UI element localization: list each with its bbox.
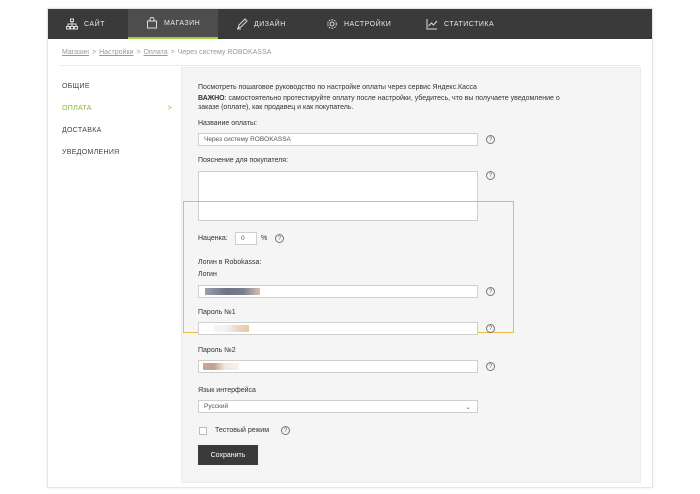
app-window: САЙТ МАГАЗИН ДИЗАЙН НАСТРОЙКИ СТАТИСТИКА…: [47, 8, 653, 488]
pencil-icon: [237, 18, 248, 30]
language-select[interactable]: Русский ⌄: [198, 400, 478, 413]
nav-label: НАСТРОЙКИ: [344, 20, 392, 28]
redacted-login: [205, 288, 260, 295]
nav-label: МАГАЗИН: [164, 19, 201, 27]
payment-name-label: Название оплаты:: [198, 120, 257, 127]
nav-site[interactable]: САЙТ: [48, 9, 128, 39]
breadcrumb-current: Через систему ROBOKASSA: [177, 49, 272, 56]
breadcrumb-link-payment[interactable]: Оплата: [144, 49, 168, 56]
login-label: Логин: [198, 271, 217, 278]
warning-label: ВАЖНО: [198, 95, 225, 102]
guide-link[interactable]: Посмотреть пошаговое руководство по наст…: [198, 84, 477, 91]
nav-settings[interactable]: НАСТРОЙКИ: [308, 9, 408, 39]
chart-icon: [426, 19, 438, 30]
help-icon[interactable]: ?: [486, 362, 495, 371]
nav-statistics[interactable]: СТАТИСТИКА: [408, 9, 518, 39]
sidebar-item-label: ДОСТАВКА: [62, 126, 102, 134]
breadcrumb-separator: >: [92, 49, 97, 56]
login-field[interactable]: [198, 285, 478, 298]
language-label: Язык интерфейса: [198, 387, 256, 394]
help-icon[interactable]: ?: [486, 324, 495, 333]
help-icon[interactable]: ?: [486, 287, 495, 296]
help-icon[interactable]: ?: [281, 426, 290, 435]
warning-line-1: : самостоятельно протестируйте оплату по…: [224, 95, 560, 102]
help-icon[interactable]: ?: [486, 171, 495, 180]
sidebar-item-delivery[interactable]: ДОСТАВКА: [62, 119, 172, 141]
test-mode-checkbox[interactable]: [199, 427, 207, 435]
robokassa-login-title: Логин в Robokassa:: [198, 259, 262, 266]
warning-text: ВАЖНО: самостоятельно протестируйте опла…: [198, 95, 560, 102]
breadcrumb-link-shop[interactable]: Магазин: [62, 49, 89, 56]
nav-label: САЙТ: [84, 20, 105, 28]
language-value: Русский: [204, 403, 229, 410]
sidebar-item-label: ОПЛАТА: [62, 104, 92, 112]
password2-field[interactable]: [198, 360, 478, 373]
top-navigation: САЙТ МАГАЗИН ДИЗАЙН НАСТРОЙКИ СТАТИСТИКА: [48, 9, 652, 39]
password1-field[interactable]: [198, 322, 478, 335]
test-mode-label: Тестовый режим: [215, 427, 270, 434]
help-icon[interactable]: ?: [486, 135, 495, 144]
divider: [60, 65, 640, 66]
breadcrumb-separator: >: [136, 49, 141, 56]
sidebar-item-payment[interactable]: ОПЛАТА >: [62, 97, 172, 119]
password1-label: Пароль №1: [198, 309, 236, 316]
payment-name-field[interactable]: Через систему ROBOKASSA: [198, 133, 478, 146]
breadcrumb: Магазин > Настройки > Оплата > Через систему R…: [62, 49, 271, 56]
gear-icon: [327, 19, 337, 29]
sidebar-item-label: ОБЩИЕ: [62, 82, 90, 90]
nav-shop[interactable]: МАГАЗИН: [128, 9, 218, 39]
sidebar-item-general[interactable]: ОБЩИЕ: [62, 75, 172, 97]
nav-design[interactable]: ДИЗАЙН: [218, 9, 308, 39]
warning-line-2: заказе (оплате), как продавец и как поку…: [198, 104, 354, 111]
sidebar-item-label: УВЕДОМЛЕНИЯ: [62, 148, 120, 156]
sitemap-icon: [66, 18, 78, 30]
sidebar: ОБЩИЕ ОПЛАТА > ДОСТАВКА УВЕДОМЛЕНИЯ: [62, 75, 172, 163]
breadcrumb-link-settings[interactable]: Настройки: [99, 49, 133, 56]
save-button[interactable]: Сохранить: [198, 445, 258, 465]
breadcrumb-separator: >: [170, 49, 175, 56]
chevron-right-icon: >: [167, 104, 172, 112]
sidebar-item-notifications[interactable]: УВЕДОМЛЕНИЯ: [62, 141, 172, 163]
redacted-password2: [203, 363, 239, 370]
nav-label: СТАТИСТИКА: [444, 20, 495, 28]
buyer-note-label: Пояснение для покупателя:: [198, 157, 288, 164]
password2-label: Пароль №2: [198, 347, 236, 354]
redacted-password1: [213, 325, 249, 332]
chevron-down-icon: ⌄: [465, 403, 471, 411]
nav-label: ДИЗАЙН: [254, 20, 286, 28]
bag-icon: [147, 17, 157, 29]
